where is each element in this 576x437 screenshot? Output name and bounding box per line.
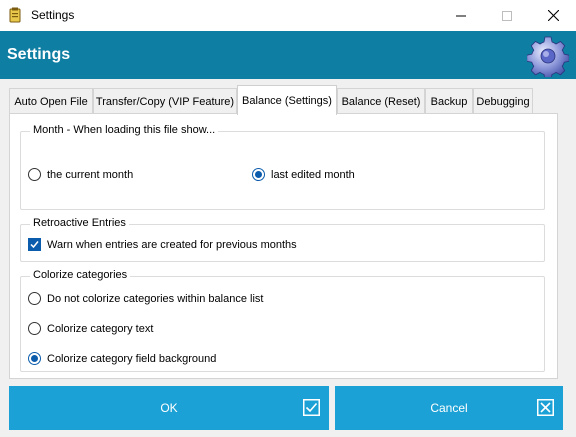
settings-panel: Month - When loading this file show... t… <box>9 113 558 379</box>
radio-last-edited-month[interactable]: last edited month <box>252 168 355 181</box>
tab-balance-reset[interactable]: Balance (Reset) <box>337 88 425 114</box>
radio-circle <box>28 292 41 305</box>
month-group-title: Month - When loading this file show... <box>30 124 219 136</box>
tab-transfer-copy[interactable]: Transfer/Copy (VIP Feature) <box>93 88 237 114</box>
maximize-button[interactable] <box>484 0 530 31</box>
title-bar: Settings <box>0 0 576 31</box>
radio-colorize-text[interactable]: Colorize category text <box>28 322 153 335</box>
x-box-icon <box>537 399 554 416</box>
month-group: Month - When loading this file show... t… <box>20 124 545 210</box>
radio-colorize-background[interactable]: Colorize category field background <box>28 352 216 365</box>
retroactive-group-title: Retroactive Entries <box>30 217 129 229</box>
gear-icon <box>527 36 569 77</box>
window-title: Settings <box>31 8 75 22</box>
minimize-icon <box>456 15 466 16</box>
radio-no-colorize[interactable]: Do not colorize categories within balanc… <box>28 292 263 305</box>
cancel-button-label: Cancel <box>430 401 468 415</box>
cancel-button[interactable]: Cancel <box>335 386 563 430</box>
settings-header: Settings <box>0 31 576 79</box>
radio-circle <box>28 322 41 335</box>
tab-debugging[interactable]: Debugging <box>473 88 533 114</box>
radio-current-month[interactable]: the current month <box>28 168 133 181</box>
colorize-group: Colorize categories Do not colorize cate… <box>20 269 545 372</box>
colorize-group-title: Colorize categories <box>30 269 131 281</box>
retroactive-group: Retroactive Entries Warn when entries ar… <box>20 217 545 262</box>
maximize-icon <box>502 10 512 21</box>
checkbox-checked <box>28 238 41 251</box>
radio-circle <box>28 168 41 181</box>
ok-button[interactable]: OK <box>9 386 329 430</box>
close-icon <box>547 10 559 21</box>
minimize-button[interactable] <box>438 0 484 31</box>
app-icon <box>9 7 21 23</box>
header-title: Settings <box>7 46 71 63</box>
tab-auto-open-file[interactable]: Auto Open File <box>9 88 93 114</box>
check-box-icon <box>303 399 320 416</box>
radio-circle-checked <box>252 168 265 181</box>
ok-button-label: OK <box>160 401 178 415</box>
tab-balance-settings[interactable]: Balance (Settings) <box>237 85 337 115</box>
radio-circle-checked <box>28 352 41 365</box>
checkmark-icon <box>30 241 39 249</box>
close-button[interactable] <box>530 0 576 31</box>
tab-backup[interactable]: Backup <box>425 88 473 114</box>
warn-previous-months-checkbox[interactable]: Warn when entries are created for previo… <box>28 238 297 251</box>
